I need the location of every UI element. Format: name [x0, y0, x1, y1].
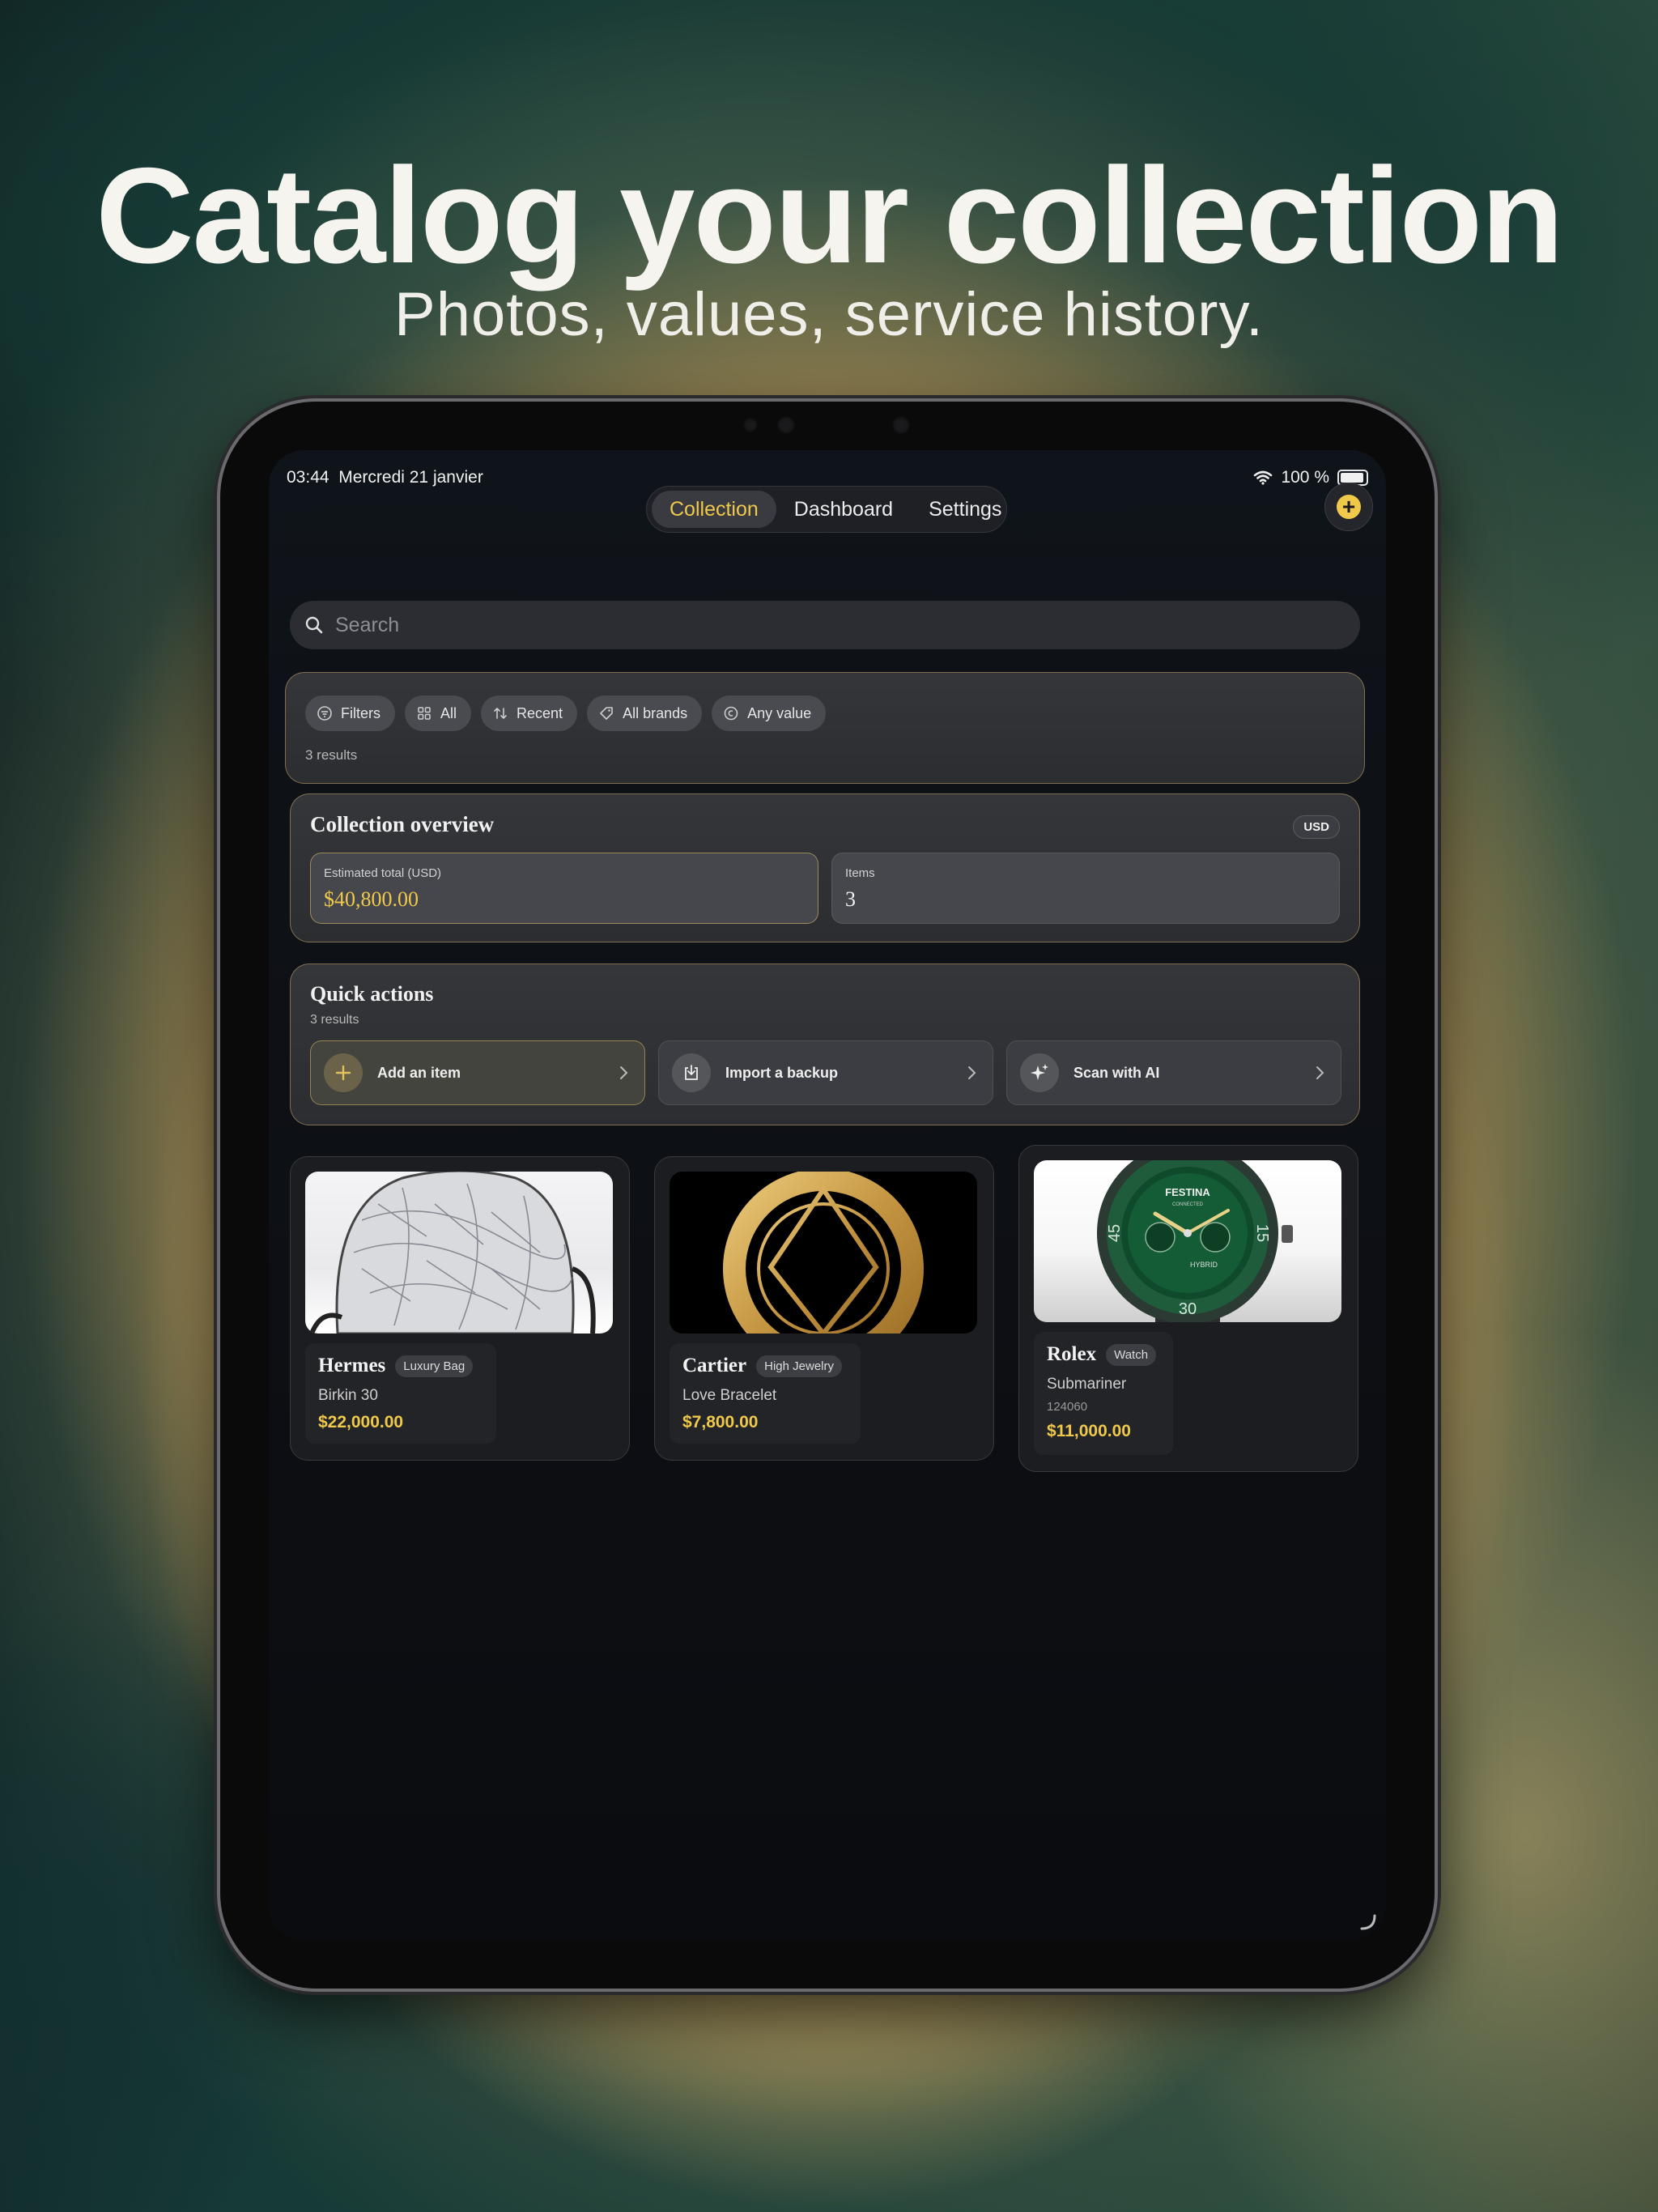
item-info: Hermes Luxury Bag Birkin 30 $22,000.00	[305, 1343, 496, 1444]
scan-ai-label: Scan with AI	[1073, 1064, 1160, 1081]
watch-hybrid-text: HYBRID	[1190, 1261, 1218, 1269]
add-item-action[interactable]: Add an item	[310, 1040, 645, 1105]
status-time: 03:44	[287, 468, 329, 487]
item-card-cartier[interactable]: Cartier High Jewelry Love Bracelet $7,80…	[654, 1156, 994, 1461]
results-count: 3 results	[305, 747, 358, 763]
watch-sub-text: CONNECTED	[1172, 1202, 1204, 1207]
item-price: $7,800.00	[682, 1413, 759, 1431]
sparkle-icon	[1020, 1053, 1059, 1092]
chevron-right-icon	[968, 1066, 976, 1079]
items-count-card: Items 3	[831, 853, 1340, 924]
item-category-badge: Luxury Bag	[395, 1355, 474, 1377]
filter-chip-label: Recent	[517, 704, 563, 721]
search-input[interactable]	[334, 612, 1308, 638]
filter-chip-label: All brands	[623, 704, 688, 721]
filter-icon	[317, 706, 332, 721]
item-category-badge: Watch	[1106, 1343, 1157, 1366]
tab-settings[interactable]: Settings	[911, 491, 1019, 528]
item-card-hermes[interactable]: Hermes Luxury Bag Birkin 30 $22,000.00	[290, 1156, 630, 1461]
add-item-button[interactable]: +	[1324, 483, 1373, 531]
currency-badge[interactable]: USD	[1293, 815, 1340, 839]
add-item-label: Add an item	[377, 1064, 461, 1081]
watch-numeral-30: 30	[1179, 1300, 1197, 1318]
item-info: Rolex Watch Submariner 124060 $11,000.00	[1034, 1332, 1173, 1455]
status-time-date: 03:44 Mercredi 21 janvier	[287, 468, 483, 487]
items-value: 3	[845, 887, 856, 911]
item-info: Cartier High Jewelry Love Bracelet $7,80…	[670, 1343, 861, 1444]
overview-title: Collection overview	[310, 812, 495, 836]
scan-ai-action[interactable]: Scan with AI	[1006, 1040, 1341, 1105]
quick-actions-panel: Quick actions 3 results Add an item Impo…	[290, 963, 1360, 1125]
chevron-right-icon	[620, 1066, 628, 1079]
watch-numeral-15: 15	[1253, 1224, 1271, 1242]
sort-icon	[494, 707, 507, 720]
filter-chip-filters[interactable]: Filters	[305, 696, 395, 731]
item-category-badge: High Jewelry	[756, 1355, 842, 1377]
item-price: $11,000.00	[1047, 1422, 1131, 1440]
camera-icon	[743, 418, 758, 432]
item-photo-bag	[305, 1172, 613, 1334]
filter-chip-label: All	[440, 704, 457, 721]
quick-actions-title: Quick actions	[310, 982, 434, 1006]
plus-icon	[324, 1053, 363, 1092]
item-card-rolex[interactable]: FESTINA CONNECTED HYBRID 45 15 30 Rolex …	[1018, 1145, 1358, 1472]
promo-subhead: Photos, values, service history.	[394, 280, 1264, 349]
plus-icon: +	[1337, 495, 1361, 519]
promo-headline: Catalog your collection	[96, 139, 1564, 291]
estimated-total-card: Estimated total (USD) $40,800.00	[310, 853, 818, 924]
item-reference: 124060	[1047, 1400, 1088, 1414]
estimated-total-label: Estimated total (USD)	[324, 866, 442, 880]
import-icon	[672, 1053, 711, 1092]
filter-chip-recent[interactable]: Recent	[481, 696, 578, 731]
collection-overview-panel: Collection overview USD Estimated total …	[290, 793, 1360, 942]
watch-logo-text: FESTINA	[1165, 1186, 1210, 1198]
filter-chip-all[interactable]: All	[405, 696, 472, 731]
grid-icon	[418, 707, 431, 720]
filter-chip-label: Any value	[747, 704, 812, 721]
ipad-device: 03:44 Mercredi 21 janvier 100 % Collecti…	[220, 402, 1435, 1989]
tab-collection[interactable]: Collection	[652, 491, 776, 528]
item-model: Love Bracelet	[682, 1387, 777, 1404]
status-date: Mercredi 21 janvier	[338, 468, 483, 487]
app-screen: 03:44 Mercredi 21 janvier 100 % Collecti…	[269, 450, 1386, 1940]
filter-chip-brands[interactable]: All brands	[587, 696, 703, 731]
import-backup-label: Import a backup	[725, 1064, 839, 1081]
chevron-right-icon	[1316, 1066, 1324, 1079]
device-side-button	[1435, 510, 1439, 575]
item-brand: Hermes	[318, 1355, 386, 1376]
coin-icon	[724, 706, 738, 721]
camera-icon	[892, 416, 910, 434]
search-bar[interactable]	[290, 601, 1360, 649]
quick-actions-subtitle: 3 results	[310, 1013, 359, 1027]
item-brand: Rolex	[1047, 1343, 1097, 1365]
item-photo-watch: FESTINA CONNECTED HYBRID 45 15 30	[1034, 1160, 1341, 1322]
device-side-button-2	[1435, 567, 1439, 632]
item-model: Submariner	[1047, 1376, 1127, 1393]
items-label: Items	[845, 866, 875, 880]
import-backup-action[interactable]: Import a backup	[658, 1040, 993, 1105]
estimated-total-value: $40,800.00	[324, 887, 419, 911]
filters-panel: Filters All Recent All brands Any value	[285, 672, 1365, 784]
top-tab-bar: Collection Dashboard Settings	[646, 486, 1007, 533]
tag-icon	[600, 707, 613, 720]
filter-chip-value[interactable]: Any value	[712, 696, 827, 731]
filter-chip-row: Filters All Recent All brands Any value	[305, 696, 827, 731]
watch-numeral-45: 45	[1106, 1224, 1124, 1242]
battery-percent: 100 %	[1281, 468, 1329, 487]
item-model: Birkin 30	[318, 1387, 378, 1404]
camera-icon	[777, 416, 795, 434]
search-icon	[305, 616, 323, 634]
wifi-icon	[1254, 470, 1273, 485]
tab-dashboard[interactable]: Dashboard	[776, 491, 911, 528]
filter-chip-label: Filters	[341, 704, 380, 721]
item-brand: Cartier	[682, 1355, 747, 1376]
item-price: $22,000.00	[318, 1413, 404, 1431]
item-photo-jewelry-logo	[670, 1172, 977, 1334]
resize-handle-icon[interactable]	[1357, 1911, 1378, 1932]
